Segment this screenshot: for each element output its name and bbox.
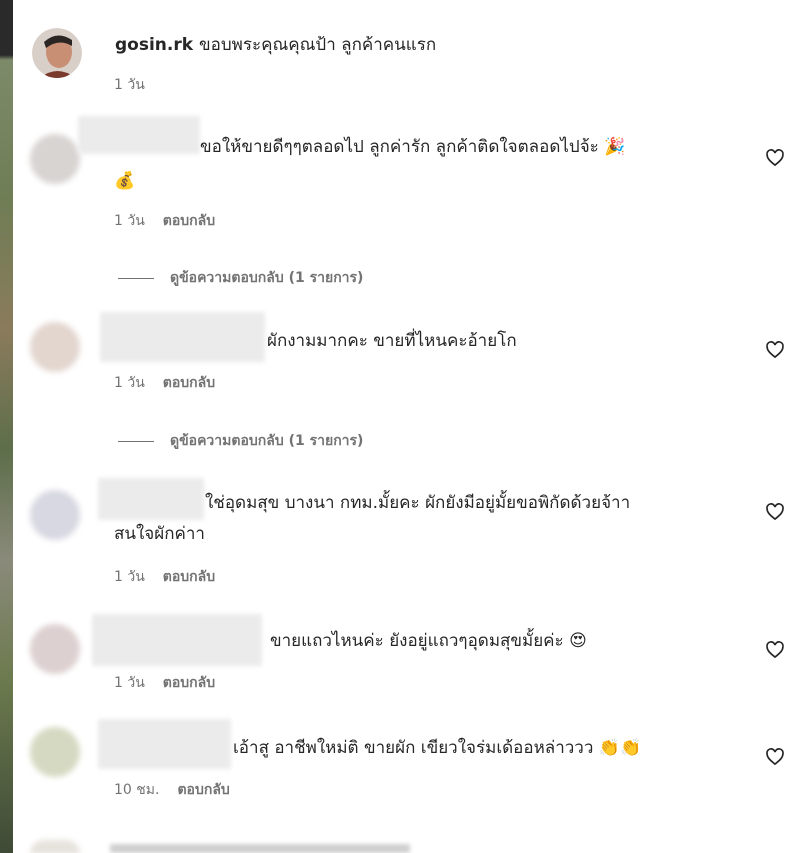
comment-body: ผักงามมากคะ ขายที่ไหนคะอ้ายโก	[267, 331, 517, 351]
comment-body: เอ้าสู อาชีพใหม่ติ ขายผัก เขียวใจร่มเด้อ…	[233, 738, 642, 758]
reply-button[interactable]: ตอบกลับ	[163, 566, 215, 588]
heart-icon[interactable]	[765, 640, 785, 660]
comment-time: 10 ชม.	[114, 782, 160, 798]
comment-username[interactable]: gosin.rk	[115, 35, 193, 55]
comment-meta: 1 วัน ตอบกลับ	[114, 672, 215, 694]
comment-body: ขายแถวไหนค่ะ ยังอยู่แถวๆอุดมสุขมั้ยค่ะ 😍	[270, 631, 587, 651]
avatar[interactable]	[32, 28, 82, 78]
comment-meta: 1 วัน ตอบกลับ	[114, 566, 215, 588]
comment-item: ขอให้ขายดีๆๆตลอดไป ลูกค่ารัก ลูกค้าติดใจ…	[0, 110, 800, 300]
heart-icon[interactable]	[765, 340, 785, 360]
comment-text: ขายแถวไหนค่ะ ยังอยู่แถวๆอุดมสุขมั้ยค่ะ 😍	[270, 628, 587, 655]
comment-text-line2: สนใจผักค่าา	[114, 521, 205, 548]
money-bag-emoji: 💰	[114, 171, 136, 191]
divider-line	[118, 440, 154, 442]
comment-body: ใช่อุดมสุข บางนา กทม.มั้ยคะ ผักยังมีอยู่…	[205, 493, 631, 513]
comment-username[interactable]	[100, 312, 265, 362]
comment-text: ขอให้ขายดีๆๆตลอดไป ลูกค่ารัก ลูกค้าติดใจ…	[200, 134, 625, 161]
avatar[interactable]	[30, 322, 80, 372]
comment-username[interactable]	[98, 478, 204, 520]
view-replies-label: ดูข้อความตอบกลับ (1 รายการ)	[170, 433, 364, 449]
comment-username[interactable]	[78, 116, 200, 154]
comment-text-line2: 💰	[114, 168, 135, 195]
comment-time: 1 วัน	[114, 675, 145, 691]
comment-username[interactable]	[92, 614, 262, 666]
comment-body: ขอให้ขายดีๆๆตลอดไป ลูกค่ารัก ลูกค้าติดใจ…	[200, 137, 626, 157]
heart-icon[interactable]	[765, 502, 785, 522]
comment-text: ผักงามมากคะ ขายที่ไหนคะอ้ายโก	[267, 328, 517, 355]
comment-username[interactable]	[98, 719, 231, 769]
comment-text: ใช่อุดมสุข บางนา กทม.มั้ยคะ ผักยังมีอยู่…	[205, 490, 630, 517]
view-replies-label: ดูข้อความตอบกลับ (1 รายการ)	[170, 270, 364, 286]
heart-icon[interactable]	[765, 148, 785, 168]
avatar[interactable]	[30, 727, 80, 777]
avatar[interactable]	[30, 134, 80, 184]
comment-text: gosin.rk ขอบพระคุณคุณป้า ลูกค้าคนแรก	[115, 32, 436, 59]
next-comment-partial	[0, 838, 800, 853]
comment-item: เอ้าสู อาชีพใหม่ติ ขายผัก เขียวใจร่มเด้อ…	[0, 715, 800, 830]
comment-item: ขายแถวไหนค่ะ ยังอยู่แถวๆอุดมสุขมั้ยค่ะ 😍…	[0, 610, 800, 720]
comment-time: 1 วัน	[114, 375, 145, 391]
divider-line	[118, 277, 154, 279]
heart-icon[interactable]	[765, 747, 785, 767]
comment-meta: 1 วัน ตอบกลับ	[114, 372, 215, 394]
avatar[interactable]	[30, 624, 80, 674]
reply-button[interactable]: ตอบกลับ	[163, 210, 215, 232]
comment-body-line2: สนใจผักค่าา	[114, 524, 205, 544]
comment-meta: 10 ชม. ตอบกลับ	[114, 779, 230, 801]
comment-time: 1 วัน	[114, 213, 145, 229]
avatar[interactable]	[30, 490, 80, 540]
comment-body: ขอบพระคุณคุณป้า ลูกค้าคนแรก	[199, 35, 437, 55]
comment-text: เอ้าสู อาชีพใหม่ติ ขายผัก เขียวใจร่มเด้อ…	[233, 735, 641, 762]
view-replies-button[interactable]: ดูข้อความตอบกลับ (1 รายการ)	[118, 430, 363, 452]
comment-item: ใช่อุดมสุข บางนา กทม.มั้ยคะ ผักยังมีอยู่…	[0, 470, 800, 610]
comment-item: gosin.rk ขอบพระคุณคุณป้า ลูกค้าคนแรก 1 วั…	[0, 0, 800, 110]
comment-time: 1 วัน	[114, 569, 145, 585]
comment-time: 1 วัน	[114, 77, 145, 93]
comment-item: ผักงามมากคะ ขายที่ไหนคะอ้ายโก 1 วัน ตอบก…	[0, 300, 800, 470]
reply-button[interactable]: ตอบกลับ	[163, 672, 215, 694]
comment-meta: 1 วัน ตอบกลับ	[114, 210, 215, 232]
reply-button[interactable]: ตอบกลับ	[163, 372, 215, 394]
view-replies-button[interactable]: ดูข้อความตอบกลับ (1 รายการ)	[118, 267, 363, 289]
comment-meta: 1 วัน	[114, 74, 145, 96]
reply-button[interactable]: ตอบกลับ	[177, 779, 229, 801]
